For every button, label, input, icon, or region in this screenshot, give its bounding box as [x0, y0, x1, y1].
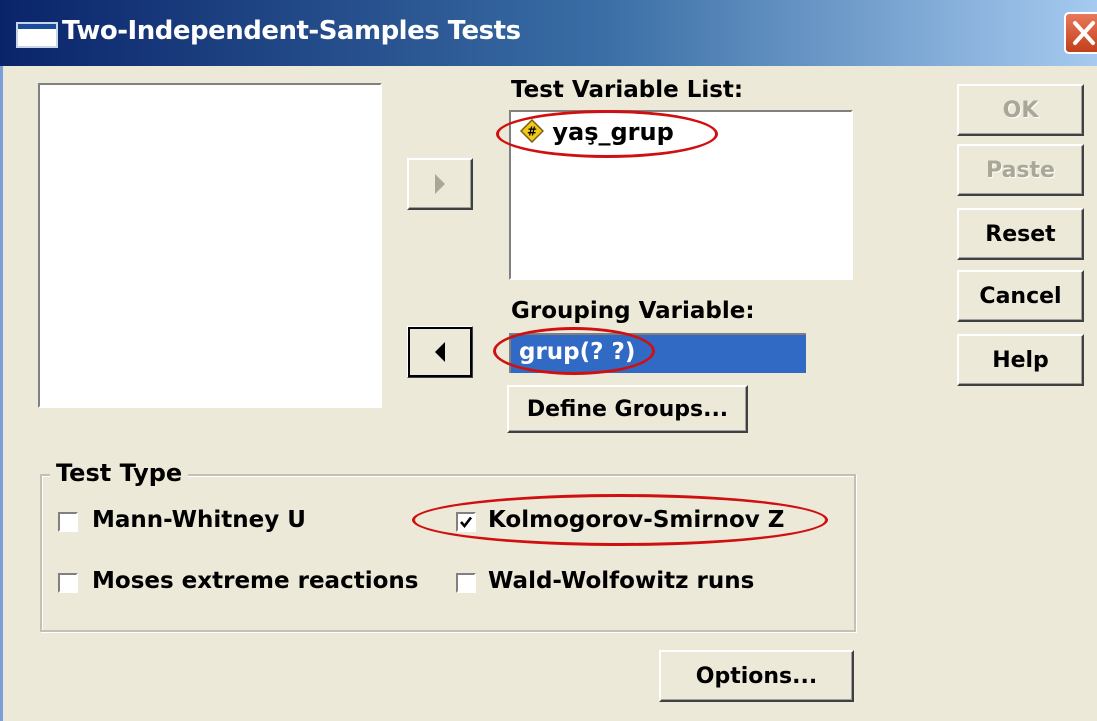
arrow-right-icon	[435, 174, 445, 194]
list-item[interactable]: # yaş_grup	[519, 118, 674, 146]
moses-extreme-reactions-label[interactable]: Moses extreme reactions	[92, 568, 418, 594]
moses-extreme-reactions-checkbox[interactable]	[58, 573, 78, 593]
test-type-group	[40, 474, 856, 632]
title-bar[interactable]: Two-Independent-Samples Tests	[0, 0, 1097, 66]
test-type-title: Test Type	[50, 459, 189, 487]
arrow-left-icon	[435, 342, 445, 362]
wald-wolfowitz-checkbox[interactable]	[456, 573, 476, 593]
grouping-variable-value: grup(? ?)	[519, 339, 636, 365]
window-title: Two-Independent-Samples Tests	[62, 16, 521, 46]
source-variable-list[interactable]	[38, 83, 382, 408]
grouping-variable-label: Grouping Variable:	[511, 298, 755, 324]
close-icon	[1073, 21, 1095, 45]
move-to-source-list-button[interactable]	[407, 326, 473, 378]
mann-whitney-label[interactable]: Mann-Whitney U	[92, 507, 306, 533]
mann-whitney-checkbox[interactable]	[58, 512, 78, 532]
grouping-variable-field[interactable]: grup(? ?)	[509, 333, 806, 373]
numeric-variable-icon: #	[519, 118, 545, 144]
checkmark-icon	[460, 516, 473, 529]
move-to-test-list-button[interactable]	[407, 158, 473, 210]
paste-button[interactable]: Paste	[957, 144, 1084, 196]
define-groups-button[interactable]: Define Groups...	[507, 385, 748, 433]
help-button[interactable]: Help	[957, 334, 1084, 386]
svg-text:#: #	[527, 125, 537, 139]
cancel-button[interactable]: Cancel	[957, 270, 1084, 322]
ok-button[interactable]: OK	[957, 84, 1084, 136]
kolmogorov-smirnov-label[interactable]: Kolmogorov-Smirnov Z	[488, 507, 784, 533]
options-button[interactable]: Options...	[659, 650, 854, 702]
wald-wolfowitz-label[interactable]: Wald-Wolfowitz runs	[488, 568, 754, 594]
window-icon	[16, 22, 58, 48]
kolmogorov-smirnov-checkbox[interactable]	[456, 512, 476, 532]
close-button[interactable]	[1064, 12, 1097, 54]
test-variable-list-label: Test Variable List:	[511, 77, 744, 103]
variable-name: yaş_grup	[552, 118, 674, 146]
reset-button[interactable]: Reset	[957, 208, 1084, 260]
